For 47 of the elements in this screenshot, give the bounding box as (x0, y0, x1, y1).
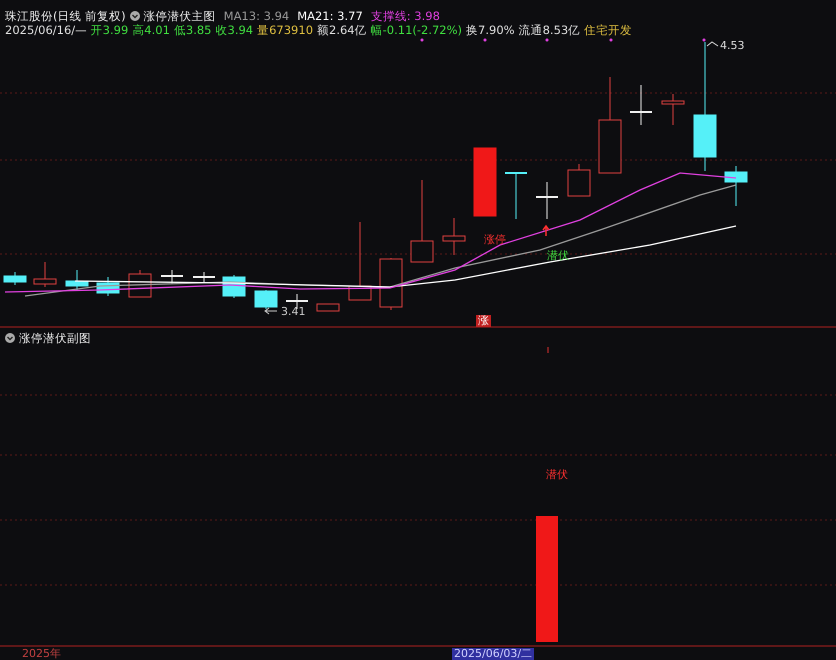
candlestick (4, 272, 26, 286)
quote-value: 换7.90% (466, 23, 515, 37)
chevron-icon[interactable] (130, 11, 140, 21)
candlestick (380, 258, 402, 310)
quote-value: 幅-0.11(-2.72%) (370, 23, 462, 37)
candlestick (316, 304, 340, 312)
leader-line (706, 41, 718, 46)
stock-name: 珠江股份(日线 前复权) (5, 9, 126, 23)
candlestick (505, 172, 527, 220)
candlestick (662, 94, 684, 126)
indicator-value: MA13: 3.94 (224, 9, 290, 23)
quote-value: 高4.01 (132, 23, 170, 37)
signal-label: 潜伏 (546, 469, 568, 481)
quote-value: 量673910 (257, 23, 314, 37)
candlestick (254, 290, 278, 310)
indicator-name: 涨停潜伏主图 (144, 9, 216, 23)
candlestick (630, 84, 652, 126)
quote-value: 额2.64亿 (317, 23, 367, 37)
candlestick (536, 182, 558, 220)
quote-value: 流通8.53亿 (518, 23, 580, 37)
indicator-value: 支撑线: 3.98 (370, 9, 440, 23)
candlestick (66, 270, 88, 290)
candlestick (161, 270, 183, 284)
quote-value: 低3.85 (174, 23, 212, 37)
quote-value: 开3.99 (90, 23, 128, 37)
left-arrow-icon (264, 308, 278, 314)
date-label: 2025年 (21, 648, 62, 660)
candlestick (568, 164, 590, 196)
quote-value: 住宅开发 (584, 23, 632, 37)
candlestick (474, 148, 496, 216)
price-label: 3.41 (281, 306, 306, 318)
signal-label: 潜伏 (547, 250, 569, 262)
candlestick (96, 276, 120, 296)
indicator-value: MA21: 3.77 (297, 9, 363, 23)
candlestick (442, 218, 466, 256)
date-label: 2025/06/03/二 (452, 648, 534, 660)
candlestick (193, 272, 215, 284)
price-label: 4.53 (720, 40, 744, 52)
candlestick (724, 166, 748, 206)
signal-badge: 涨 (476, 315, 491, 327)
up-arrow-icon (542, 224, 550, 237)
indicator-name: 涨停潜伏副图 (19, 331, 91, 345)
quote-value: 收3.94 (216, 23, 254, 37)
candlestick (34, 262, 56, 288)
chevron-icon[interactable] (5, 333, 15, 343)
quote-value: 2025/06/16/— (5, 23, 87, 37)
signal-label: 涨停 (484, 234, 506, 246)
